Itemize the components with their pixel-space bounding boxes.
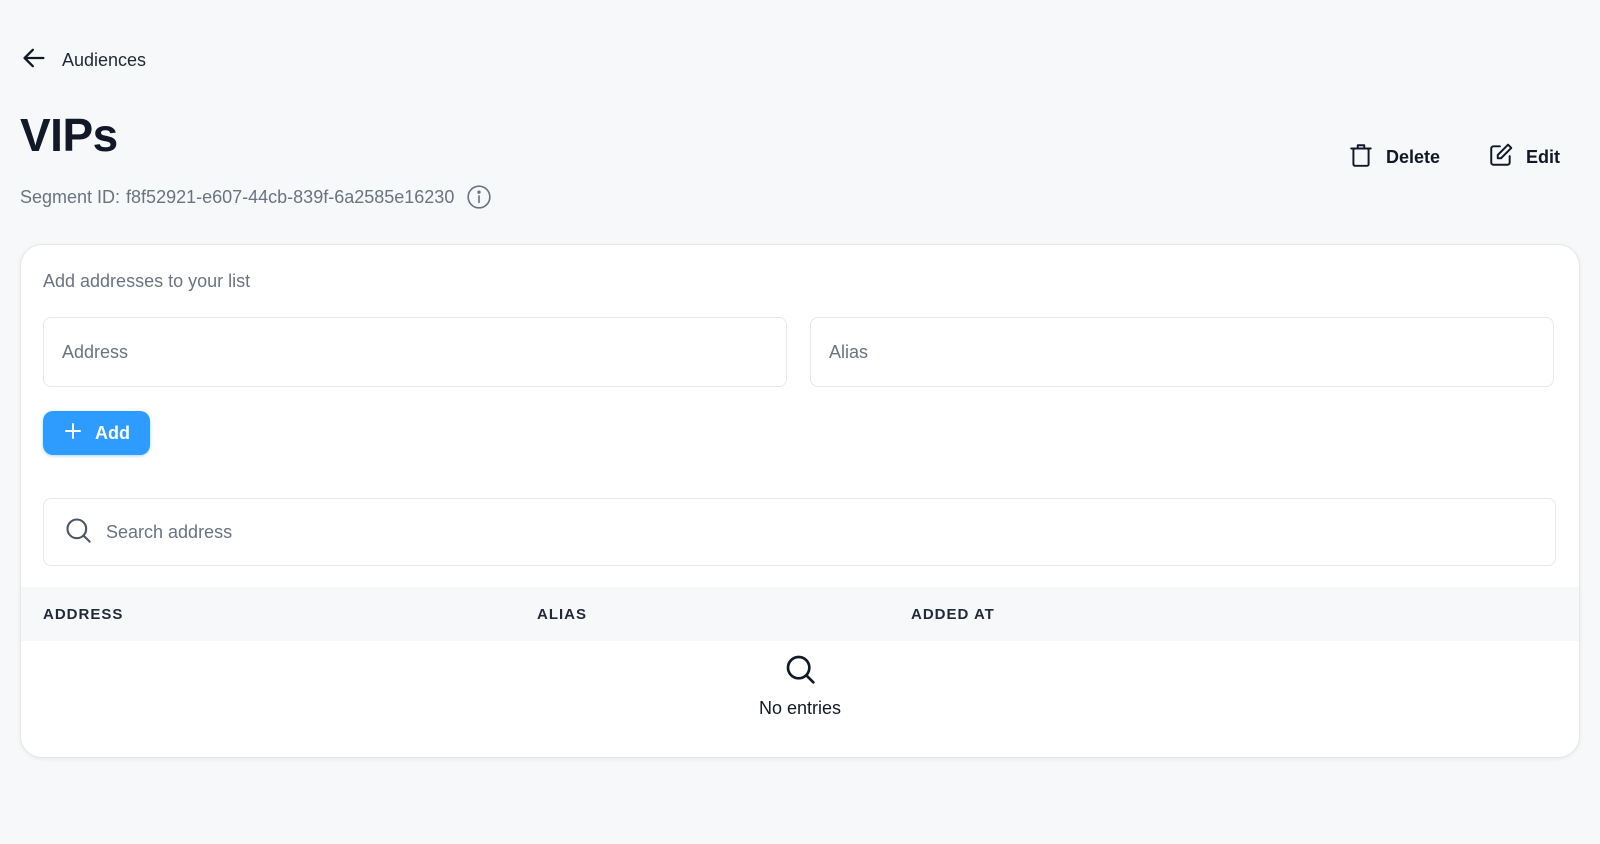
page-title: VIPs	[20, 109, 118, 161]
header-actions: Delete Edit	[1348, 142, 1560, 173]
table-header: ADDRESS ALIAS ADDED AT	[21, 587, 1579, 641]
back-link[interactable]: Audiences	[20, 44, 146, 77]
alias-input[interactable]	[827, 340, 1537, 364]
search-input[interactable]	[104, 520, 1535, 544]
alias-field[interactable]	[810, 317, 1554, 387]
segment-id-label: Segment ID:	[20, 186, 121, 207]
add-button-label: Add	[95, 422, 130, 443]
addresses-card: Add addresses to your list Add ADDRESS A…	[20, 244, 1580, 758]
column-header-address[interactable]: ADDRESS	[43, 606, 123, 623]
back-link-label: Audiences	[62, 50, 147, 70]
add-button[interactable]: Add	[43, 411, 150, 455]
column-header-alias[interactable]: ALIAS	[537, 606, 587, 623]
arrow-left-icon	[20, 44, 48, 77]
address-input[interactable]	[60, 340, 770, 364]
info-icon[interactable]	[466, 184, 492, 210]
plus-icon	[63, 421, 83, 446]
delete-button-label: Delete	[1385, 147, 1440, 167]
search-icon	[64, 516, 92, 549]
edit-button[interactable]: Edit	[1488, 142, 1560, 173]
trash-icon	[1348, 142, 1374, 173]
segment-id-row: Segment ID: f8f52921-e607-44cb-839f-6a25…	[20, 184, 492, 210]
empty-state-text: No entries	[758, 698, 842, 718]
add-addresses-label: Add addresses to your list	[43, 271, 251, 291]
edit-button-label: Edit	[1526, 147, 1560, 167]
delete-button[interactable]: Delete	[1348, 142, 1440, 173]
segment-id-value: f8f52921-e607-44cb-839f-6a2585e16230	[126, 186, 455, 207]
address-field[interactable]	[43, 317, 787, 387]
column-header-added-at[interactable]: ADDED AT	[911, 606, 995, 623]
search-field[interactable]	[43, 498, 1556, 566]
empty-state: No entries	[21, 653, 1579, 719]
edit-icon	[1488, 142, 1514, 173]
empty-search-icon	[784, 653, 816, 690]
